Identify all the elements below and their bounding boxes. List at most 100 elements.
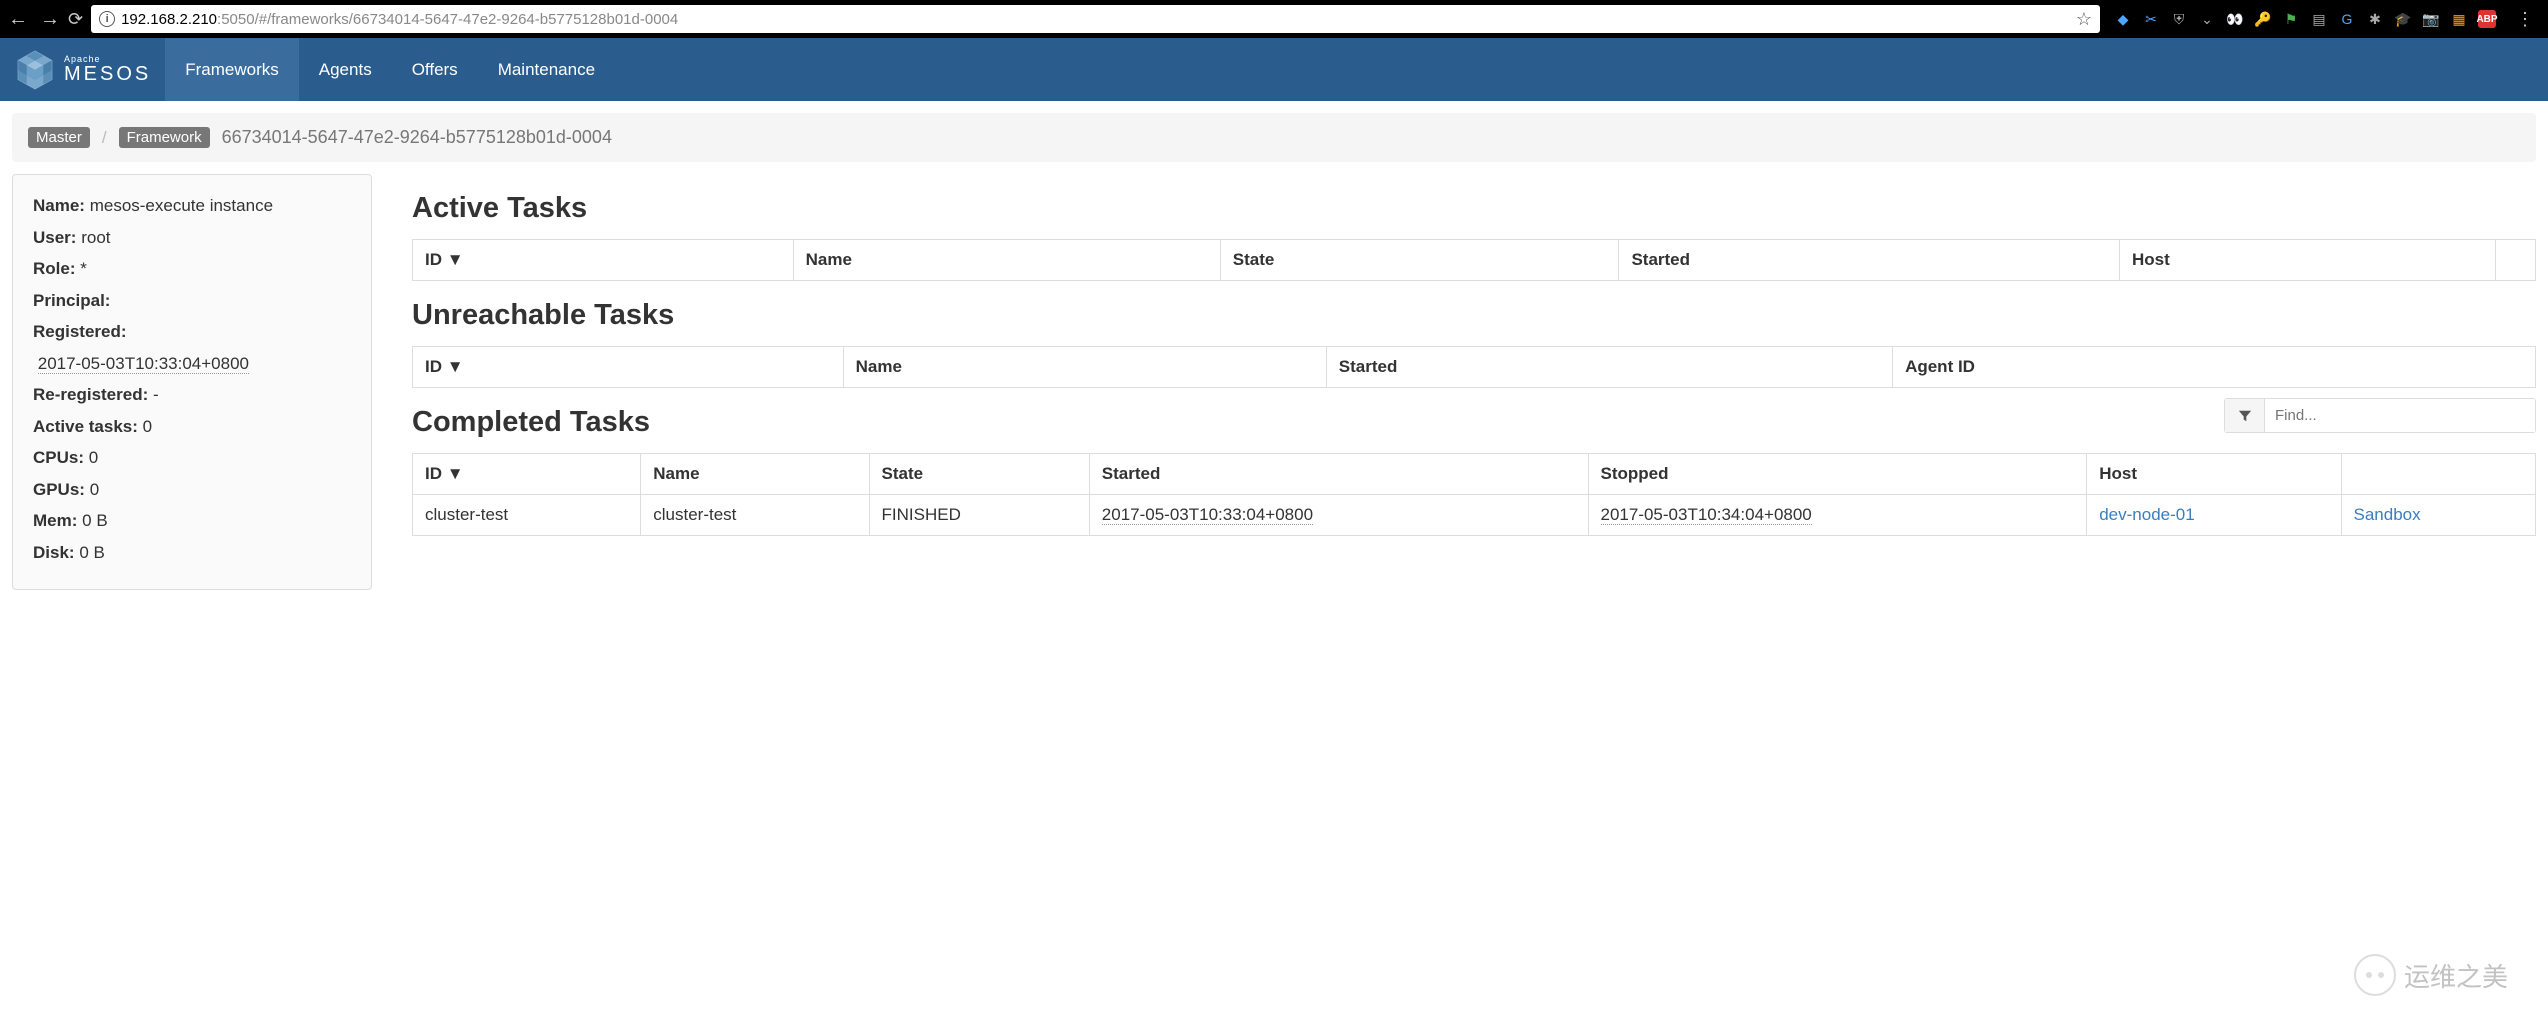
eyes-icon[interactable]: 👀 [2226,10,2244,28]
brand-mesos: MESOS [64,64,151,84]
pocket-icon[interactable]: ⌄ [2198,10,2216,28]
label-active-tasks: Active tasks: [33,417,138,436]
label-user: User: [33,228,76,247]
url-text: 192.168.2.210:5050/#/frameworks/66734014… [121,11,2070,28]
table-row: cluster-test cluster-test FINISHED 2017-… [413,495,2536,536]
camera-icon[interactable]: 📷 [2422,10,2440,28]
label-mem: Mem: [33,511,77,530]
watermark: 运维之美 [2354,954,2508,996]
col-name[interactable]: Name [843,347,1326,388]
breadcrumb-sep: / [102,128,107,148]
value-active-tasks: 0 [143,417,152,436]
col-state[interactable]: State [869,454,1089,495]
breadcrumb-framework[interactable]: Framework [119,127,210,148]
col-host[interactable]: Host [2119,240,2495,281]
value-registered: 2017-05-03T10:33:04+0800 [38,354,249,374]
col-state[interactable]: State [1220,240,1619,281]
mesos-logo-icon [14,49,56,91]
col-name[interactable]: Name [793,240,1220,281]
col-agent-id[interactable]: Agent ID [1893,347,2536,388]
rss-icon[interactable]: ▤ [2310,10,2328,28]
bookmark-star-icon[interactable]: ☆ [2076,9,2092,30]
brand-text: Apache MESOS [64,55,151,84]
nav-agents[interactable]: Agents [299,38,392,101]
hat-icon[interactable]: 🎓 [2394,10,2412,28]
value-gpus: 0 [90,480,99,499]
nav-offers[interactable]: Offers [392,38,478,101]
breadcrumb: Master / Framework 66734014-5647-47e2-92… [12,113,2536,162]
nav-frameworks[interactable]: Frameworks [165,38,299,101]
nav-maintenance[interactable]: Maintenance [478,38,615,101]
label-registered: Registered: [33,322,127,341]
col-host[interactable]: Host [2087,454,2341,495]
col-sandbox [2341,454,2536,495]
col-started[interactable]: Started [1326,347,1892,388]
brand[interactable]: Apache MESOS [0,38,165,101]
completed-tasks-table: ID ▼ Name State Started Stopped Host clu… [412,453,2536,536]
nav-arrows: ← → [8,8,60,31]
cell-name: cluster-test [641,495,869,536]
filter-input[interactable] [2265,399,2535,432]
value-user: root [81,228,110,247]
col-actions [2496,240,2536,281]
cell-started: 2017-05-03T10:33:04+0800 [1089,495,1588,536]
unreachable-tasks-heading: Unreachable Tasks [412,299,2536,332]
host-link[interactable]: dev-node-01 [2099,505,2194,524]
scissors-icon[interactable]: ✂ [2142,10,2160,28]
unreachable-tasks-table: ID ▼ Name Started Agent ID [412,346,2536,388]
cell-host: dev-node-01 [2087,495,2341,536]
breadcrumb-id: 66734014-5647-47e2-9264-b5775128b01d-000… [222,127,612,148]
value-cpus: 0 [89,448,98,467]
main-panel: Active Tasks ID ▼ Name State Started Hos… [412,174,2536,536]
extension-icons: ◆ ✂ ⛨ ⌄ 👀 🔑 ⚑ ▤ G ✱ 🎓 📷 ▦ ABP [2108,10,2502,28]
active-tasks-table: ID ▼ Name State Started Host [412,239,2536,281]
mesos-navbar: Apache MESOS Frameworks Agents Offers Ma… [0,38,2548,101]
col-name[interactable]: Name [641,454,869,495]
gear-icon[interactable]: ✱ [2366,10,2384,28]
value-role: * [80,259,87,278]
key-icon[interactable]: 🔑 [2254,10,2272,28]
breadcrumb-master[interactable]: Master [28,127,90,148]
cell-state: FINISHED [869,495,1089,536]
cell-sandbox: Sandbox [2341,495,2536,536]
label-disk: Disk: [33,543,75,562]
value-name: mesos-execute instance [90,196,273,215]
url-bar[interactable]: i 192.168.2.210:5050/#/frameworks/667340… [91,5,2100,33]
back-button[interactable]: ← [8,8,28,31]
framework-info-panel: Name: mesos-execute instance User: root … [12,174,372,590]
watermark-icon [2354,954,2396,996]
sandbox-link[interactable]: Sandbox [2354,505,2421,524]
diamond-icon[interactable]: ◆ [2114,10,2132,28]
col-id[interactable]: ID ▼ [413,454,641,495]
label-name: Name: [33,196,85,215]
label-gpus: GPUs: [33,480,85,499]
watermark-text: 运维之美 [2404,957,2508,994]
label-principal: Principal: [33,291,110,310]
col-id[interactable]: ID ▼ [413,240,794,281]
abp-icon[interactable]: ABP [2478,10,2496,28]
col-id[interactable]: ID ▼ [413,347,844,388]
label-reregistered: Re-registered: [33,385,148,404]
forward-button[interactable]: → [40,8,60,31]
col-started[interactable]: Started [1619,240,2120,281]
col-started[interactable]: Started [1089,454,1588,495]
cell-stopped: 2017-05-03T10:34:04+0800 [1588,495,2087,536]
menu-dots-icon[interactable]: ⋮ [2510,9,2540,30]
app-icon[interactable]: ▦ [2450,10,2468,28]
value-disk: 0 B [79,543,105,562]
cell-id: cluster-test [413,495,641,536]
label-role: Role: [33,259,76,278]
filter-icon[interactable] [2225,399,2265,432]
flag-icon[interactable]: ⚑ [2282,10,2300,28]
value-mem: 0 B [82,511,108,530]
translate-icon[interactable]: G [2338,10,2356,28]
shield-icon[interactable]: ⛨ [2170,10,2188,28]
reload-button[interactable]: ⟳ [68,9,83,30]
funnel-icon [2238,409,2252,423]
completed-tasks-heading: Completed Tasks [412,406,650,439]
col-stopped[interactable]: Stopped [1588,454,2087,495]
browser-chrome: ← → ⟳ i 192.168.2.210:5050/#/frameworks/… [0,0,2548,38]
info-icon[interactable]: i [99,11,115,27]
completed-filter [2224,398,2536,433]
value-reregistered: - [153,385,159,404]
